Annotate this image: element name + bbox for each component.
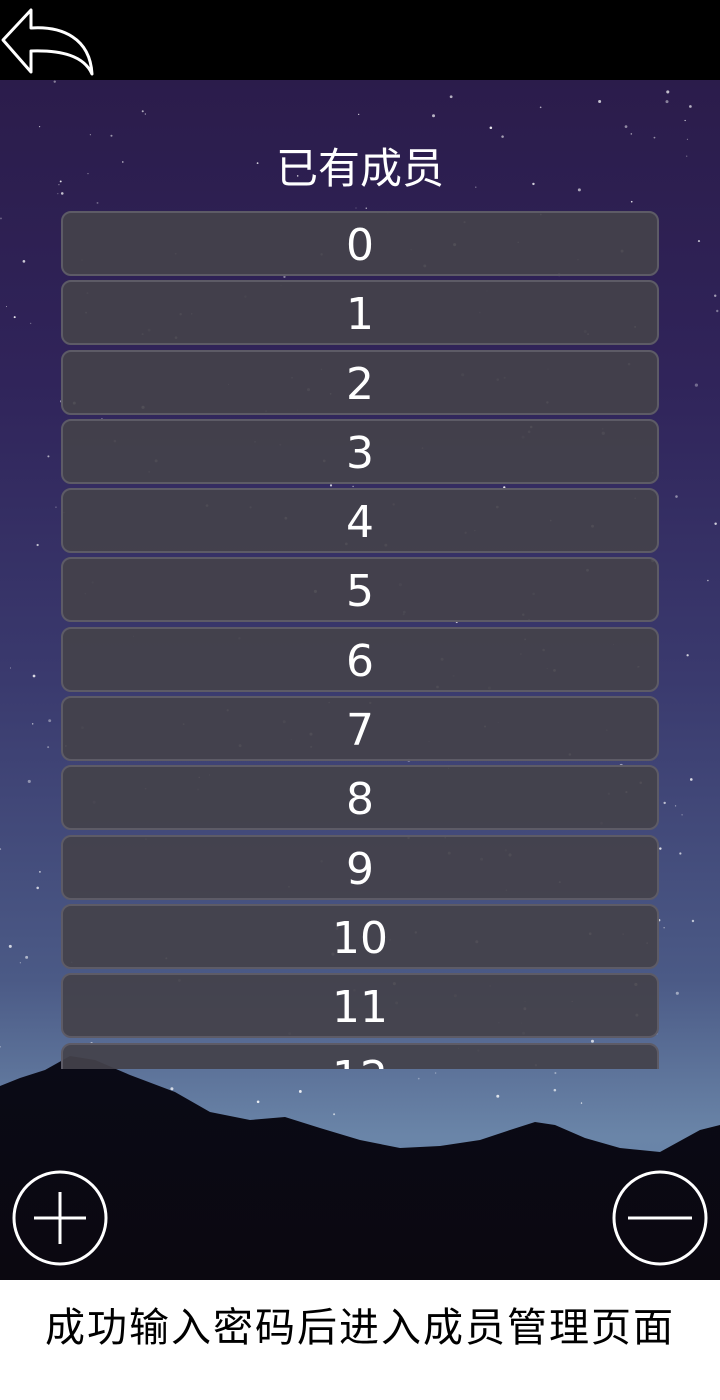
background-scene: 已有成员 0123456789101112 bbox=[0, 80, 720, 1280]
member-row[interactable]: 10 bbox=[61, 903, 659, 969]
caption: 成功输入密码后进入成员管理页面 bbox=[0, 1280, 720, 1400]
back-button[interactable] bbox=[0, 4, 100, 76]
member-row[interactable]: 11 bbox=[61, 973, 659, 1039]
member-row[interactable]: 5 bbox=[61, 557, 659, 623]
member-list[interactable]: 0123456789101112 bbox=[61, 211, 659, 1069]
member-row[interactable]: 6 bbox=[61, 626, 659, 692]
member-row[interactable]: 9 bbox=[61, 834, 659, 900]
add-member-button[interactable] bbox=[12, 1170, 108, 1266]
minus-circle-icon bbox=[612, 1170, 708, 1266]
member-row[interactable]: 2 bbox=[61, 349, 659, 415]
page-title: 已有成员 bbox=[275, 144, 444, 193]
member-row[interactable]: 0 bbox=[61, 211, 659, 276]
member-row[interactable]: 4 bbox=[61, 488, 659, 554]
plus-circle-icon bbox=[12, 1170, 108, 1266]
member-row[interactable]: 12 bbox=[61, 1042, 659, 1069]
back-arrow-icon bbox=[1, 8, 94, 76]
member-row[interactable]: 3 bbox=[61, 418, 659, 484]
member-row[interactable]: 8 bbox=[61, 765, 659, 831]
member-row[interactable]: 1 bbox=[61, 280, 659, 346]
top-bar bbox=[0, 0, 720, 80]
member-row[interactable]: 7 bbox=[61, 696, 659, 762]
remove-member-button[interactable] bbox=[612, 1170, 708, 1266]
